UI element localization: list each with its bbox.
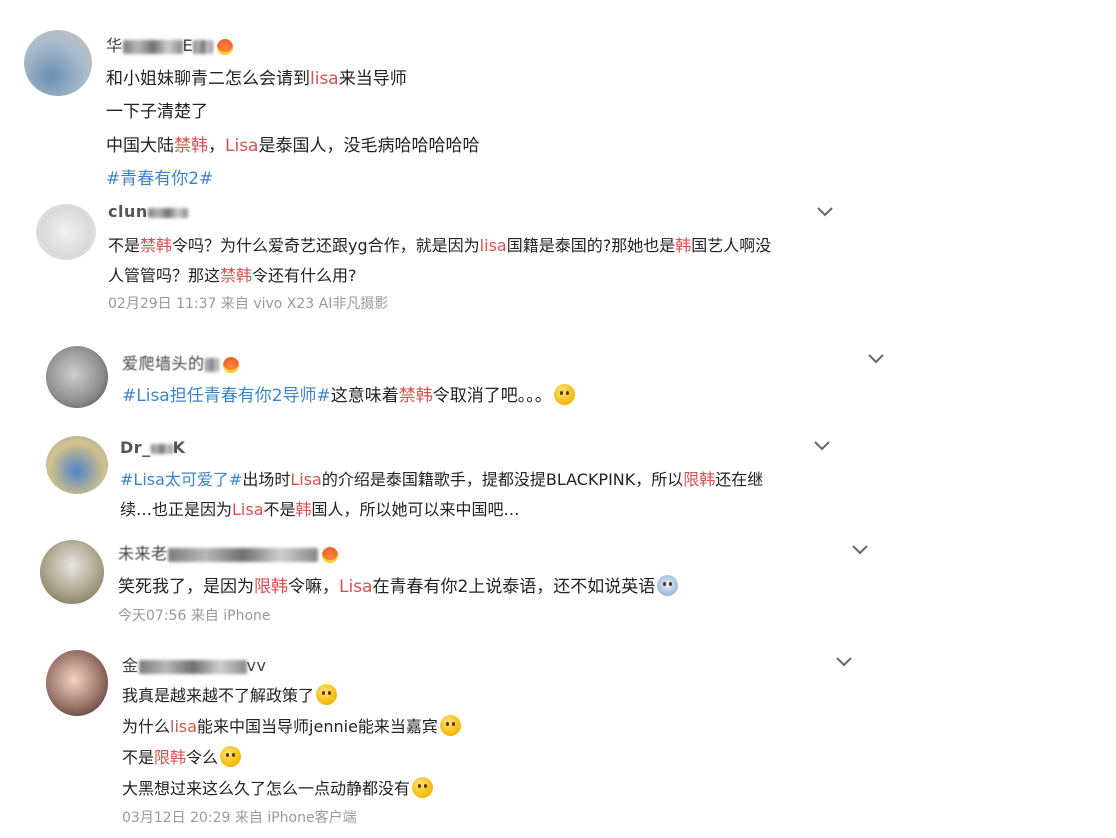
comment-text: 来当导师	[338, 69, 407, 89]
username[interactable]: 未来老	[118, 540, 338, 564]
comment-text: 国人，所以她可以来中国吧…	[311, 500, 520, 519]
hashtag-link[interactable]: #青春有你2#	[106, 169, 213, 189]
chevron-down-icon[interactable]	[852, 545, 868, 555]
comment-text: 令取消了吧。。。	[432, 386, 552, 406]
comment-line: 和小姐妹聊青二怎么会请到lisa来当导师	[106, 64, 407, 89]
comment-text: 出场时	[242, 470, 291, 489]
vip-crown-icon	[321, 546, 338, 563]
comment-text: 国艺人啊没	[691, 236, 772, 255]
thinking-emoji-icon	[220, 746, 242, 767]
comment-line: 不是限韩令么	[122, 744, 242, 768]
keyword-highlight: 韩	[675, 236, 692, 255]
comment-line: 我真是越来越不了解政策了	[122, 682, 338, 706]
comment-line: #Lisa担任青春有你2导师#这意味着禁韩令取消了吧。。。	[122, 381, 575, 406]
comment-text: 令嘛，	[288, 577, 339, 597]
comment-text: ，	[208, 136, 225, 156]
keyword-highlight: 韩	[295, 500, 312, 519]
avatar[interactable]	[24, 30, 92, 96]
keyword-highlight: Lisa	[339, 577, 373, 597]
timestamp-source: 今天07:56 来自 iPhone	[118, 608, 271, 624]
comment-text: 为什么	[122, 717, 171, 736]
username[interactable]: 华E	[106, 32, 234, 56]
comment-text: 这意味着	[330, 386, 399, 406]
comment-line: #Lisa太可爱了#出场时Lisa的介绍是泰国籍歌手，提都没提BLACKPINK…	[120, 466, 763, 490]
thinking-emoji-icon	[439, 715, 461, 736]
vip-crown-icon	[222, 356, 239, 373]
avatar[interactable]	[46, 436, 108, 494]
scared-emoji-icon	[657, 575, 679, 596]
comment-line: #青春有你2#	[106, 164, 213, 189]
chevron-down-icon[interactable]	[817, 207, 833, 217]
comment-line: 为什么lisa能来中国当导师jennie能来当嘉宾	[122, 713, 461, 737]
keyword-highlight: 禁韩	[140, 236, 173, 255]
comment-line: 人管管吗？那这禁韩令还有什么用?	[108, 262, 357, 286]
comment-text: 令还有什么用?	[252, 266, 357, 285]
timestamp-source: 02月29日 11:37 来自 vivo X23 AI非凡摄影	[108, 296, 389, 312]
vip-crown-icon	[217, 38, 234, 55]
comment-text: 是泰国人，没毛病哈哈哈哈哈	[258, 136, 480, 156]
keyword-highlight: 限韩	[683, 470, 716, 489]
keyword-highlight: lisa	[170, 717, 198, 736]
comment-text: 人管管吗？那这	[108, 266, 221, 285]
comment-text: 令么	[186, 748, 219, 767]
comment-line: 一下子清楚了	[106, 97, 208, 122]
thinking-emoji-icon	[316, 684, 338, 705]
comment-text: 和小姐妹聊青二怎么会请到	[106, 69, 310, 89]
avatar[interactable]	[40, 540, 104, 604]
comment-text: 中国大陆	[106, 136, 174, 156]
keyword-highlight: Lisa	[232, 500, 264, 519]
keyword-highlight: Lisa	[225, 136, 259, 156]
comment-text: 续…也正是因为	[120, 500, 233, 519]
thinking-emoji-icon	[553, 384, 575, 405]
hashtag-link[interactable]: #Lisa太可爱了#	[120, 470, 242, 489]
comment-text: 一下子清楚了	[106, 102, 208, 122]
comment-text: 不是	[108, 236, 141, 255]
comment-text: 能来中国当导师jennie能来当嘉宾	[197, 717, 438, 736]
comment-text: 不是	[122, 748, 155, 767]
comment-text: 还在继	[715, 470, 764, 489]
comment-line: 续…也正是因为Lisa不是韩国人，所以她可以来中国吧…	[120, 496, 520, 520]
avatar[interactable]	[46, 650, 108, 716]
chevron-down-icon[interactable]	[836, 657, 852, 667]
comment-line: 中国大陆禁韩，Lisa是泰国人，没毛病哈哈哈哈哈	[106, 131, 479, 156]
avatar[interactable]	[36, 204, 96, 260]
comment-text: 令吗？为什么爱奇艺还跟yg合作，就是因为	[172, 236, 480, 255]
username[interactable]: Dr_ K	[120, 438, 186, 457]
comment-text: 笑死我了，是因为	[118, 577, 254, 597]
username[interactable]: clun	[108, 202, 188, 221]
keyword-highlight: lisa	[310, 69, 339, 89]
keyword-highlight: 限韩	[254, 577, 288, 597]
comment-text: 大黑想过来这么久了怎么一点动静都没有	[122, 779, 411, 798]
comment-line: 笑死我了，是因为限韩令嘛，Lisa在青春有你2上说泰语，还不如说英语	[118, 572, 679, 597]
comment-text: 在青春有你2上说泰语，还不如说英语	[372, 577, 656, 597]
chevron-down-icon[interactable]	[814, 441, 830, 451]
username[interactable]: 金 vv	[122, 652, 266, 676]
keyword-highlight: 禁韩	[174, 136, 208, 156]
keyword-highlight: 禁韩	[398, 386, 433, 406]
comment-line: 不是禁韩令吗？为什么爱奇艺还跟yg合作，就是因为lisa国籍是泰国的?那她也是韩…	[108, 232, 771, 256]
keyword-highlight: Lisa	[290, 470, 322, 489]
username[interactable]: 爱爬墙头的	[122, 350, 239, 374]
keyword-highlight: lisa	[479, 236, 507, 255]
comment-line: 大黑想过来这么久了怎么一点动静都没有	[122, 775, 434, 799]
hashtag-link[interactable]: #Lisa担任青春有你2导师#	[122, 386, 331, 406]
keyword-highlight: 禁韩	[220, 266, 253, 285]
comment-text: 我真是越来越不了解政策了	[122, 686, 315, 705]
comment-text: 国籍是泰国的?那她也是	[506, 236, 676, 255]
thinking-emoji-icon	[412, 777, 434, 798]
avatar[interactable]	[46, 346, 108, 408]
comment-text: 的介绍是泰国籍歌手，提都没提BLACKPINK，所以	[321, 470, 684, 489]
timestamp-source: 03月12日 20:29 来自 iPhone客户端	[122, 810, 357, 826]
comment-text: 不是	[263, 500, 296, 519]
keyword-highlight: 限韩	[154, 748, 187, 767]
chevron-down-icon[interactable]	[868, 354, 884, 364]
